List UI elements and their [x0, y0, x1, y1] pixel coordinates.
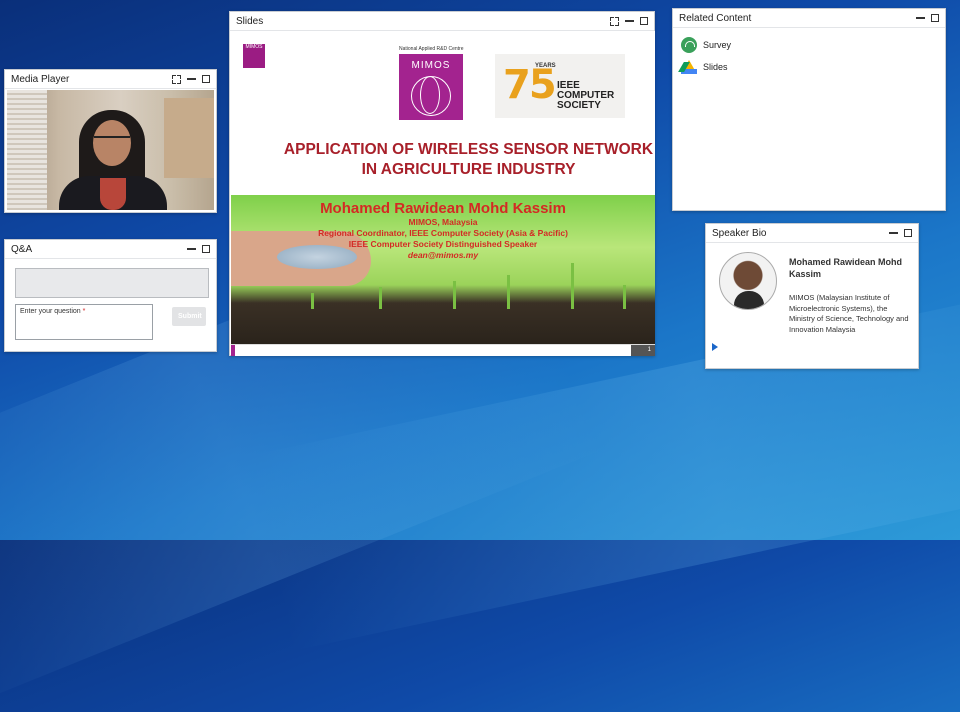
- speaker-description: MIMOS (Malaysian Institute of Microelect…: [789, 293, 909, 334]
- slide-footer: 1: [231, 344, 655, 356]
- mimos-small-logo: MIMOS: [243, 44, 265, 68]
- maximize-icon[interactable]: [202, 75, 210, 83]
- required-mark: *: [82, 308, 86, 315]
- mimos-logo: MIMOS: [399, 54, 463, 120]
- minimize-icon[interactable]: [916, 17, 925, 19]
- media-player-header[interactable]: Media Player: [5, 70, 216, 89]
- speaker-name: Mohamed Rawidean Mohd Kassim: [789, 257, 903, 279]
- ieee-75-logo: 75 YEARS IEEE COMPUTER SOCIETY: [495, 54, 625, 118]
- media-player-panel: Media Player: [4, 69, 217, 213]
- panel-title: Slides: [236, 15, 264, 27]
- related-item-label: Survey: [703, 40, 732, 50]
- panel-title: Q&A: [11, 243, 33, 255]
- fullscreen-icon[interactable]: [610, 16, 619, 26]
- survey-icon: [681, 37, 697, 53]
- speaker-bio-header[interactable]: Speaker Bio: [706, 224, 918, 243]
- related-item-survey[interactable]: Survey: [681, 37, 731, 53]
- panel-title: Related Content: [679, 12, 752, 24]
- submit-button[interactable]: Submit: [172, 307, 206, 326]
- slide-heading: APPLICATION OF WIRELESS SENSOR NETWORK I…: [283, 141, 654, 178]
- presenter-email: dean@mimos.my: [407, 250, 479, 260]
- fullscreen-icon[interactable]: [172, 74, 181, 84]
- google-drive-icon: [681, 60, 697, 74]
- page-number: 1: [631, 345, 655, 356]
- mimos-tagline: National Applied R&D Centre: [399, 46, 464, 52]
- play-icon[interactable]: [712, 343, 718, 351]
- slides-header[interactable]: Slides: [230, 12, 654, 31]
- related-content-panel: Related Content Survey Slides: [672, 8, 946, 211]
- slide-content: MIMOS National Applied R&D Centre MIMOS …: [231, 31, 655, 356]
- speaker-bio-panel: Speaker Bio Mohamed Rawidean Mohd Kassim…: [705, 223, 919, 369]
- presenter-role: IEEE Computer Society Distinguished Spea…: [348, 239, 538, 249]
- minimize-icon[interactable]: [187, 248, 196, 250]
- panel-title: Media Player: [11, 73, 70, 85]
- agriculture-photo: Mohamed Rawidean Mohd Kassim MIMOS, Mala…: [231, 195, 655, 345]
- question-input-placeholder: Enter your question: [20, 308, 81, 315]
- related-item-label: Slides: [703, 62, 728, 72]
- maximize-icon[interactable]: [202, 245, 210, 253]
- maximize-icon[interactable]: [640, 17, 648, 25]
- qa-panel: Q&A Enter your question * Submit: [4, 239, 217, 352]
- minimize-icon[interactable]: [625, 20, 634, 22]
- video-feed[interactable]: [7, 90, 214, 210]
- related-item-slides[interactable]: Slides: [681, 60, 728, 74]
- minimize-icon[interactable]: [187, 78, 196, 80]
- maximize-icon[interactable]: [904, 229, 912, 237]
- panel-title: Speaker Bio: [712, 227, 767, 239]
- presenter-name: Mohamed Rawidean Mohd Kassim: [320, 200, 566, 217]
- minimize-icon[interactable]: [889, 232, 898, 234]
- slides-panel: Slides MIMOS National Applied R&D Centre…: [229, 11, 655, 356]
- related-content-header[interactable]: Related Content: [673, 9, 945, 28]
- qa-header[interactable]: Q&A: [5, 240, 216, 259]
- question-input[interactable]: Enter your question *: [15, 304, 153, 340]
- questions-display: [15, 268, 209, 298]
- maximize-icon[interactable]: [931, 14, 939, 22]
- presenter-role: Regional Coordinator, IEEE Computer Soci…: [318, 228, 568, 238]
- avatar: [719, 252, 777, 310]
- presenter-org: MIMOS, Malaysia: [408, 217, 478, 227]
